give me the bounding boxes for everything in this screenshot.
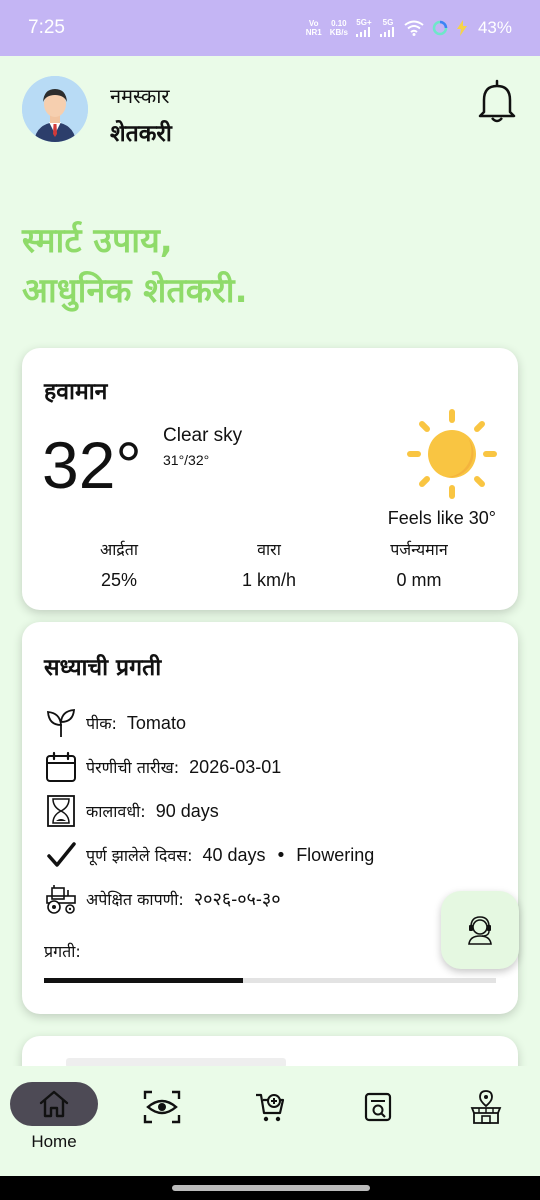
notification-bell-icon[interactable]: [476, 78, 518, 124]
sun-icon: [407, 409, 497, 499]
harvest-value: २०२६-०५-३०: [193, 889, 281, 909]
bottom-navigation: Home: [0, 1066, 540, 1176]
weather-card[interactable]: हवामान 32° Clear sky 31°/32° Feels like …: [22, 348, 518, 610]
status-bar: 7:25 Vo NR1 0.10 KB/s 5G+ 5G 43%: [0, 0, 540, 56]
nav-home-label: Home: [31, 1132, 77, 1151]
home-icon: [39, 1090, 69, 1118]
crop-label: पीक:: [86, 714, 117, 733]
eye-scan-icon: [143, 1090, 181, 1124]
charging-icon: [456, 20, 467, 36]
rainfall-value: 0 mm: [396, 570, 442, 590]
duration-row: कालावधी: 90 days: [44, 794, 219, 828]
completed-days-value: 40 days: [202, 844, 266, 865]
wind-label: वारा: [257, 540, 281, 559]
nav-store-button[interactable]: [442, 1082, 530, 1132]
status-icons: Vo NR1 0.10 KB/s 5G+ 5G 43%: [306, 18, 512, 39]
crop-row: पीक: Tomato: [44, 706, 186, 740]
weather-condition: Clear sky: [163, 425, 243, 446]
avatar[interactable]: [22, 76, 88, 142]
sprout-icon: [44, 706, 78, 740]
assistant-fab-button[interactable]: [441, 891, 519, 969]
humidity-label: आर्द्रता: [99, 540, 139, 559]
rainfall-stat: पर्जन्यमान 0 mm: [344, 538, 494, 591]
nav-home-button[interactable]: [10, 1082, 98, 1126]
battery-percentage: 43%: [477, 18, 512, 37]
status-time: 7:25: [28, 17, 65, 38]
headline-line-1: स्मार्ट उपाय,: [22, 221, 173, 261]
progress-bar-fill: [44, 978, 243, 983]
progress-title: सध्याची प्रगती: [44, 655, 162, 681]
user-avatar-icon: [22, 76, 88, 142]
crop-value: Tomato: [126, 712, 186, 733]
progress-label: प्रगती:: [44, 942, 81, 961]
wifi-icon: [404, 20, 424, 36]
temperature-range: 31°/32°: [163, 452, 210, 468]
sowing-date-label: पेरणीची तारीख:: [86, 758, 180, 777]
duration-label: कालावधी:: [86, 802, 146, 821]
rainfall-label: पर्जन्यमान: [390, 540, 448, 559]
completed-days-row: पूर्ण झालेले दिवस: 40 days • Flowering: [44, 838, 374, 872]
hero-headline: स्मार्ट उपाय, आधुनिक शेतकरी.: [22, 216, 248, 316]
cart-add-icon: [256, 1093, 285, 1122]
greeting-text: नमस्कार: [110, 84, 170, 108]
progress-bar: [44, 978, 496, 983]
feels-like: Feels like 30°: [387, 508, 496, 528]
headline-line-2: आधुनिक शेतकरी.: [22, 271, 248, 311]
tractor-icon: [44, 882, 78, 916]
harvest-label: अपेक्षित कापणी:: [86, 890, 184, 909]
completed-days-label: पूर्ण झालेले दिवस:: [86, 846, 193, 865]
network-type: Vo NR1: [305, 19, 322, 37]
signal-5g-icon: 5G: [379, 18, 396, 39]
wind-stat: वारा 1 km/h: [194, 538, 344, 591]
user-name: शेतकरी: [110, 121, 172, 147]
store-location-icon: [470, 1090, 502, 1124]
document-search-icon: [364, 1092, 392, 1122]
wind-value: 1 km/h: [241, 570, 297, 590]
system-navigation-bar: [0, 1176, 540, 1200]
harvest-row: अपेक्षित कापणी: २०२६-०५-३०: [44, 882, 281, 916]
network-speed: 0.10 KB/s: [329, 19, 348, 37]
nav-shop-button[interactable]: [226, 1082, 314, 1132]
home-gesture-handle[interactable]: [172, 1185, 370, 1191]
humidity-stat: आर्द्रता 25%: [44, 538, 194, 591]
checkmark-icon: [44, 838, 78, 872]
nav-search-button[interactable]: [334, 1082, 422, 1132]
humidity-value: 25%: [100, 570, 138, 590]
duration-value: 90 days: [155, 800, 219, 821]
sync-ring-icon: [432, 20, 448, 36]
weather-title: हवामान: [44, 379, 108, 405]
support-agent-icon: [468, 916, 492, 945]
signal-5g-plus-icon: 5G+: [355, 18, 372, 39]
sowing-date-row: पेरणीची तारीख: 2026-03-01: [44, 750, 281, 784]
current-temperature: 32°: [42, 428, 142, 502]
sowing-date-value: 2026-03-01: [189, 756, 282, 777]
nav-scan-button[interactable]: [118, 1082, 206, 1132]
separator-dot: •: [275, 844, 287, 866]
growth-stage: Flowering: [296, 844, 375, 865]
calendar-icon: [44, 750, 78, 784]
hourglass-icon: [44, 794, 78, 828]
app-header: नमस्कार शेतकरी: [22, 76, 518, 147]
